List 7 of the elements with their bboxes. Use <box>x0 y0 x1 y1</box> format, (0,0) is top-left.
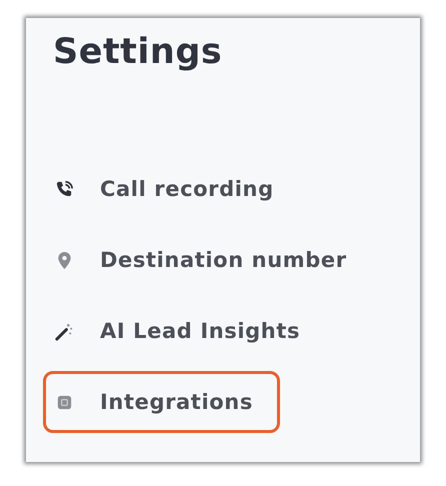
menu-item[interactable]: AI Lead Insights <box>43 300 328 362</box>
magic-wand-icon <box>55 322 74 340</box>
menu-item[interactable]: Call recording <box>43 158 301 220</box>
panel-title: Settings <box>53 31 224 74</box>
phone-icon <box>55 180 74 198</box>
menu-item[interactable]: Destination number <box>43 229 374 291</box>
menu-item[interactable]: Integrations <box>43 371 280 433</box>
